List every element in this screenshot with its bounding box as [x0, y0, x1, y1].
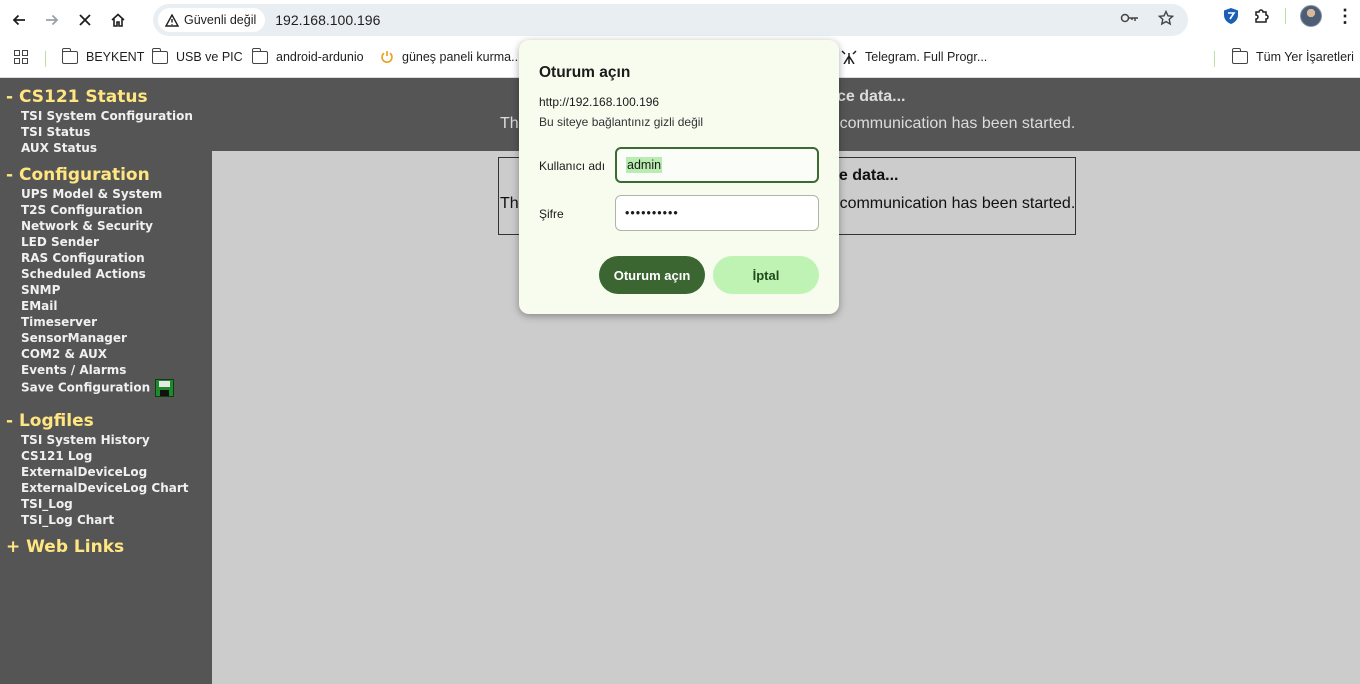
- arrow-right-icon: [46, 14, 59, 26]
- bookmark-label: BEYKENT: [86, 50, 145, 64]
- url-text[interactable]: 192.168.100.196: [275, 12, 380, 28]
- bookmark-label: android-ardunio: [276, 50, 364, 64]
- key-icon[interactable]: [1120, 12, 1140, 24]
- banner-text-start: Th: [500, 115, 519, 132]
- nav-tsi-system-history[interactable]: TSI System History: [21, 433, 150, 447]
- folder-icon: [61, 47, 78, 64]
- nav-network-security[interactable]: Network & Security: [21, 219, 153, 233]
- antenna-icon: [841, 50, 857, 64]
- nav-aux-status[interactable]: AUX Status: [21, 141, 97, 155]
- box-text-end: communication has been started.: [839, 195, 1076, 212]
- shield-extension-icon[interactable]: [1223, 7, 1239, 25]
- nav-scheduled-actions[interactable]: Scheduled Actions: [21, 267, 146, 281]
- menu-kebab-icon[interactable]: ⋮: [1336, 6, 1354, 27]
- folder-icon: [151, 47, 168, 64]
- banner-title: ce data...: [837, 88, 906, 105]
- bookmark-divider: [1214, 51, 1215, 67]
- bookmark-telegram[interactable]: Telegram. Full Progr...: [841, 50, 987, 64]
- close-icon: [79, 14, 91, 26]
- nav-cs121-log[interactable]: CS121 Log: [21, 449, 92, 463]
- apps-grid-icon: [14, 50, 28, 64]
- toolbar-divider: [1285, 8, 1286, 24]
- nav-tsi-system-configuration[interactable]: TSI System Configuration: [21, 109, 193, 123]
- password-value: ••••••••••: [625, 206, 679, 220]
- back-button[interactable]: [4, 5, 34, 35]
- power-icon: [381, 51, 393, 63]
- security-label: Güvenli değil: [184, 13, 257, 27]
- address-bar[interactable]: Güvenli değil 192.168.100.196: [153, 4, 1188, 36]
- profile-avatar[interactable]: [1300, 5, 1322, 27]
- forward-button[interactable]: [37, 5, 67, 35]
- puzzle-extensions-icon[interactable]: [1253, 7, 1271, 25]
- apps-button[interactable]: [14, 50, 28, 64]
- section-cs121-status[interactable]: - CS121 Status: [6, 87, 148, 107]
- username-label: Kullanıcı adı: [539, 159, 606, 173]
- dialog-origin: http://192.168.100.196: [539, 95, 660, 109]
- dialog-warning: Bu siteye bağlantınız gizli değil: [539, 115, 704, 129]
- floppy-disk-icon[interactable]: [155, 379, 175, 397]
- bookmark-label: Tüm Yer İşaretleri: [1256, 50, 1354, 64]
- folder-icon: [1231, 47, 1248, 64]
- box-text-start: Th: [500, 195, 519, 212]
- bookmark-label: güneş paneli kurma...: [402, 50, 522, 64]
- cancel-button[interactable]: İptal: [713, 256, 819, 294]
- folder-icon: [251, 47, 268, 64]
- nav-sensormanager[interactable]: SensorManager: [21, 331, 127, 345]
- nav-com2-aux[interactable]: COM2 & AUX: [21, 347, 107, 361]
- nav-snmp[interactable]: SNMP: [21, 283, 60, 297]
- bookmark-label: Telegram. Full Progr...: [865, 50, 988, 64]
- nav-externaldevicelog-chart[interactable]: ExternalDeviceLog Chart: [21, 481, 189, 495]
- nav-save-configuration[interactable]: Save Configuration: [21, 379, 175, 397]
- nav-timeserver[interactable]: Timeserver: [21, 315, 97, 329]
- bookmark-label: USB ve PIC: [176, 50, 243, 64]
- browser-toolbar: Güvenli değil 192.168.100.196 ⋮: [0, 0, 1360, 40]
- nav-tsi-log[interactable]: TSI_Log: [21, 497, 73, 511]
- nav-ups-model-system[interactable]: UPS Model & System: [21, 187, 162, 201]
- bookmark-usb-ve-pic[interactable]: USB ve PIC: [151, 47, 243, 64]
- warning-icon: [165, 13, 179, 27]
- sign-in-button[interactable]: Oturum açın: [599, 256, 705, 294]
- sign-in-dialog: Oturum açın http://192.168.100.196 Bu si…: [519, 40, 839, 314]
- nav-label: Save Configuration: [21, 380, 151, 395]
- bookmark-all-bookmarks[interactable]: Tüm Yer İşaretleri: [1231, 47, 1354, 64]
- home-button[interactable]: [103, 5, 133, 35]
- nav-led-sender[interactable]: LED Sender: [21, 235, 99, 249]
- password-label: Şifre: [539, 207, 564, 221]
- bookmark-android-ardunio[interactable]: android-ardunio: [251, 47, 364, 64]
- arrow-left-icon: [12, 14, 25, 26]
- nav-t2s-configuration[interactable]: T2S Configuration: [21, 203, 143, 217]
- bookmark-gunes-paneli[interactable]: güneş paneli kurma...: [380, 50, 522, 64]
- nav-tsi-status[interactable]: TSI Status: [21, 125, 90, 139]
- banner-text-end: communication has been started.: [839, 115, 1076, 132]
- username-value: admin: [626, 157, 663, 173]
- section-logfiles[interactable]: - Logfiles: [6, 411, 94, 431]
- nav-tsi-log-chart[interactable]: TSI_Log Chart: [21, 513, 114, 527]
- security-chip[interactable]: Güvenli değil: [158, 8, 266, 32]
- nav-ras-configuration[interactable]: RAS Configuration: [21, 251, 145, 265]
- password-input[interactable]: ••••••••••: [615, 195, 819, 231]
- nav-events-alarms[interactable]: Events / Alarms: [21, 363, 126, 377]
- username-input[interactable]: admin: [615, 147, 819, 183]
- star-icon[interactable]: [1158, 10, 1174, 26]
- section-configuration[interactable]: - Configuration: [6, 165, 150, 185]
- stop-loading-button[interactable]: [70, 5, 100, 35]
- bookmark-divider: [45, 51, 46, 67]
- nav-email[interactable]: EMail: [21, 299, 57, 313]
- sidebar-navigation: - CS121 Status TSI System Configuration …: [0, 78, 212, 684]
- box-title: ce data...: [830, 167, 899, 184]
- bookmark-beykent[interactable]: BEYKENT: [61, 47, 145, 64]
- section-web-links[interactable]: + Web Links: [6, 537, 124, 557]
- nav-externaldevicelog[interactable]: ExternalDeviceLog: [21, 465, 147, 479]
- dialog-title: Oturum açın: [539, 64, 631, 81]
- home-icon: [111, 13, 125, 27]
